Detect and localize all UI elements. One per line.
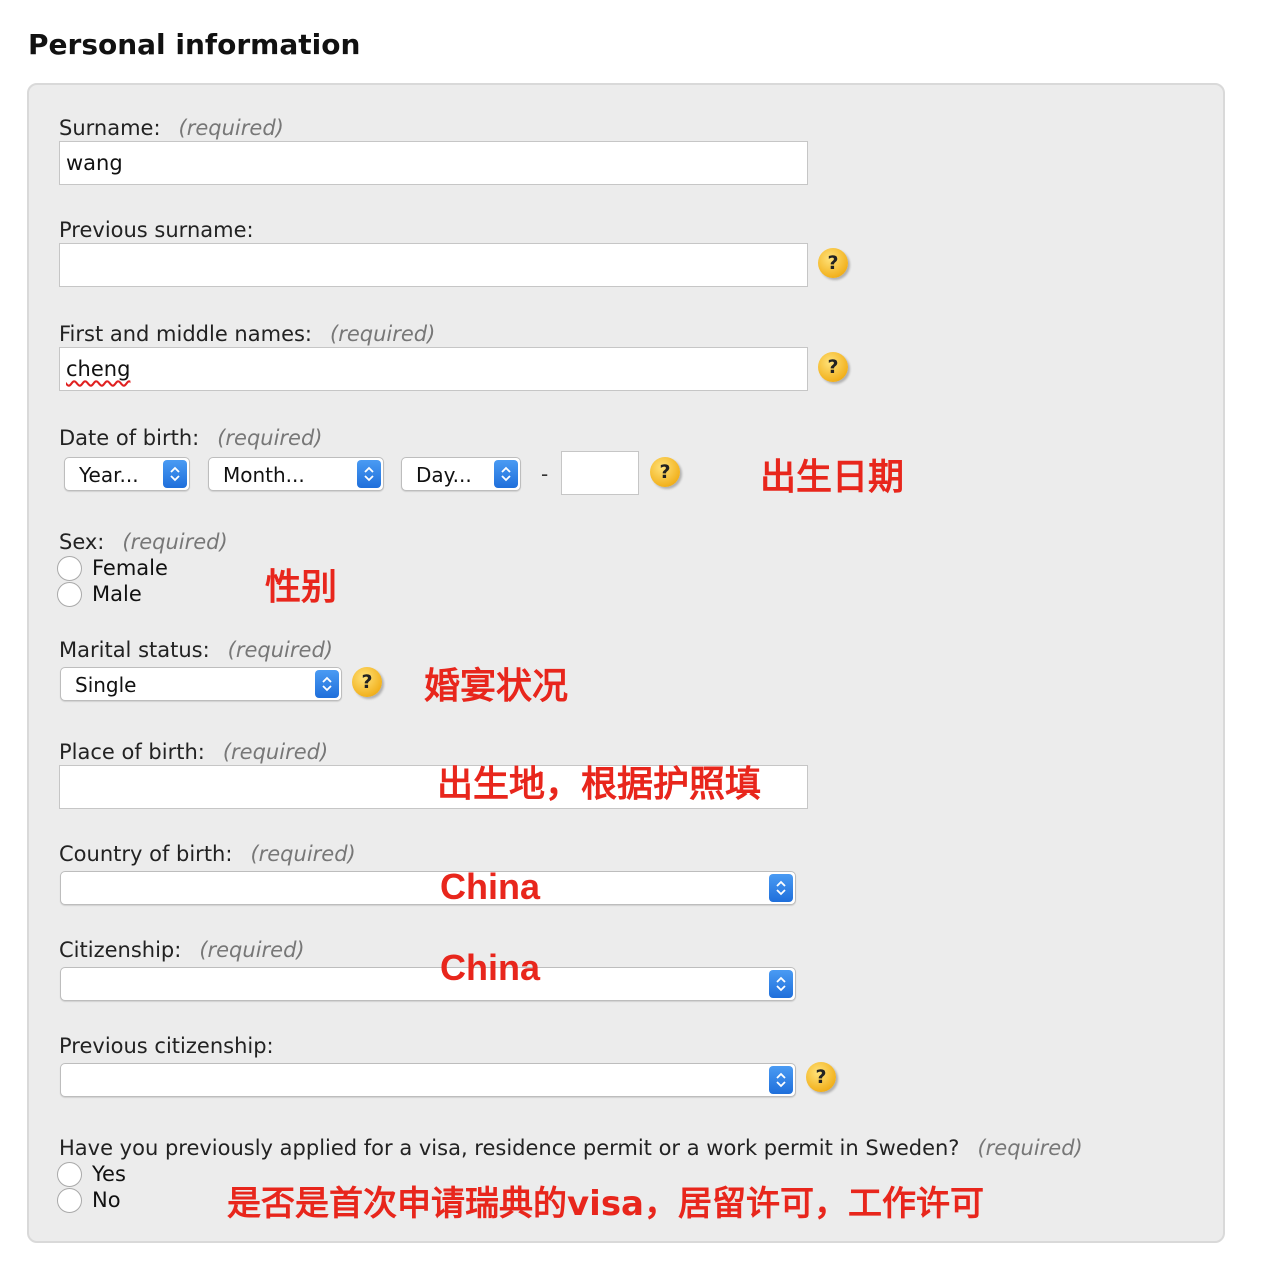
required-marker: (required)	[977, 1136, 1083, 1160]
citizenship-label: Citizenship: (required)	[59, 938, 305, 962]
radio-button[interactable]	[57, 1187, 82, 1213]
section-title: Personal information	[28, 28, 361, 61]
select-arrows-icon	[357, 460, 381, 488]
required-marker: (required)	[222, 740, 329, 764]
required-marker: (required)	[217, 426, 323, 450]
annotation-date-of-birth: 出生日期	[760, 457, 905, 498]
first-names-label: First and middle names: (required)	[59, 322, 436, 346]
previous-application-option-label: No	[92, 1188, 121, 1212]
select-arrows-icon	[315, 670, 339, 698]
radio-button[interactable]	[57, 581, 82, 607]
birth-extra-input[interactable]	[561, 451, 639, 495]
marital-status-select[interactable]: Single	[60, 667, 342, 701]
radio-button[interactable]	[57, 555, 82, 581]
select-arrows-icon	[494, 460, 518, 488]
help-icon[interactable]: ?	[818, 352, 848, 382]
previous-application-option-no[interactable]: No	[57, 1187, 121, 1213]
place-of-birth-label: Place of birth: (required)	[59, 740, 329, 764]
sex-option-label: Female	[92, 556, 168, 580]
select-arrows-icon	[769, 970, 793, 998]
radio-button[interactable]	[57, 1161, 82, 1187]
previous-application-option-yes[interactable]: Yes	[57, 1161, 126, 1187]
sex-label: Sex: (required)	[59, 530, 228, 554]
birth-day-select[interactable]: Day...	[401, 457, 521, 491]
sex-option-male[interactable]: Male	[57, 581, 142, 607]
select-arrows-icon	[769, 874, 793, 902]
birth-month-value: Month...	[223, 463, 305, 487]
required-marker: (required)	[199, 938, 305, 962]
first-names-input[interactable]: cheng	[59, 347, 808, 391]
required-marker: (required)	[178, 116, 284, 140]
previous-citizenship-label: Previous citizenship:	[59, 1034, 274, 1058]
annotation-marital-status: 婚宴状况	[424, 666, 569, 707]
previous-citizenship-select[interactable]	[60, 1063, 796, 1097]
country-of-birth-select[interactable]	[60, 871, 796, 905]
help-icon[interactable]: ?	[352, 667, 382, 697]
required-marker: (required)	[122, 530, 228, 554]
country-of-birth-label: Country of birth: (required)	[59, 842, 356, 866]
sex-option-female[interactable]: Female	[57, 555, 168, 581]
help-icon[interactable]: ?	[806, 1062, 836, 1092]
help-icon[interactable]: ?	[818, 248, 848, 278]
birth-day-value: Day...	[416, 463, 472, 487]
annotation-previous-application: 是否是首次申请瑞典的visa，居留许可，工作许可	[227, 1184, 984, 1224]
surname-input[interactable]	[59, 141, 808, 185]
select-arrows-icon	[163, 460, 187, 488]
birth-year-select[interactable]: Year...	[64, 457, 190, 491]
citizenship-select[interactable]	[60, 967, 796, 1001]
annotation-place-of-birth: 出生地，根据护照填	[437, 764, 762, 805]
first-names-value: cheng	[66, 357, 131, 381]
previous-application-option-label: Yes	[92, 1162, 126, 1186]
birth-month-select[interactable]: Month...	[208, 457, 384, 491]
required-marker: (required)	[250, 842, 356, 866]
annotation-country-of-birth: China	[440, 866, 541, 907]
marital-status-value: Single	[75, 673, 137, 697]
surname-label: Surname: (required)	[59, 116, 284, 140]
help-icon[interactable]: ?	[650, 457, 680, 487]
previous-surname-input[interactable]	[59, 243, 808, 287]
marital-status-label: Marital status: (required)	[59, 638, 333, 662]
required-marker: (required)	[227, 638, 333, 662]
required-marker: (required)	[330, 322, 436, 346]
annotation-citizenship: China	[440, 947, 541, 988]
previous-application-label: Have you previously applied for a visa, …	[59, 1136, 1083, 1160]
annotation-sex: 性别	[265, 567, 338, 608]
previous-surname-label: Previous surname:	[59, 218, 254, 242]
date-of-birth-label: Date of birth: (required)	[59, 426, 323, 450]
sex-option-label: Male	[92, 582, 142, 606]
birth-year-value: Year...	[79, 463, 139, 487]
date-separator: -	[541, 462, 549, 486]
select-arrows-icon	[769, 1066, 793, 1094]
